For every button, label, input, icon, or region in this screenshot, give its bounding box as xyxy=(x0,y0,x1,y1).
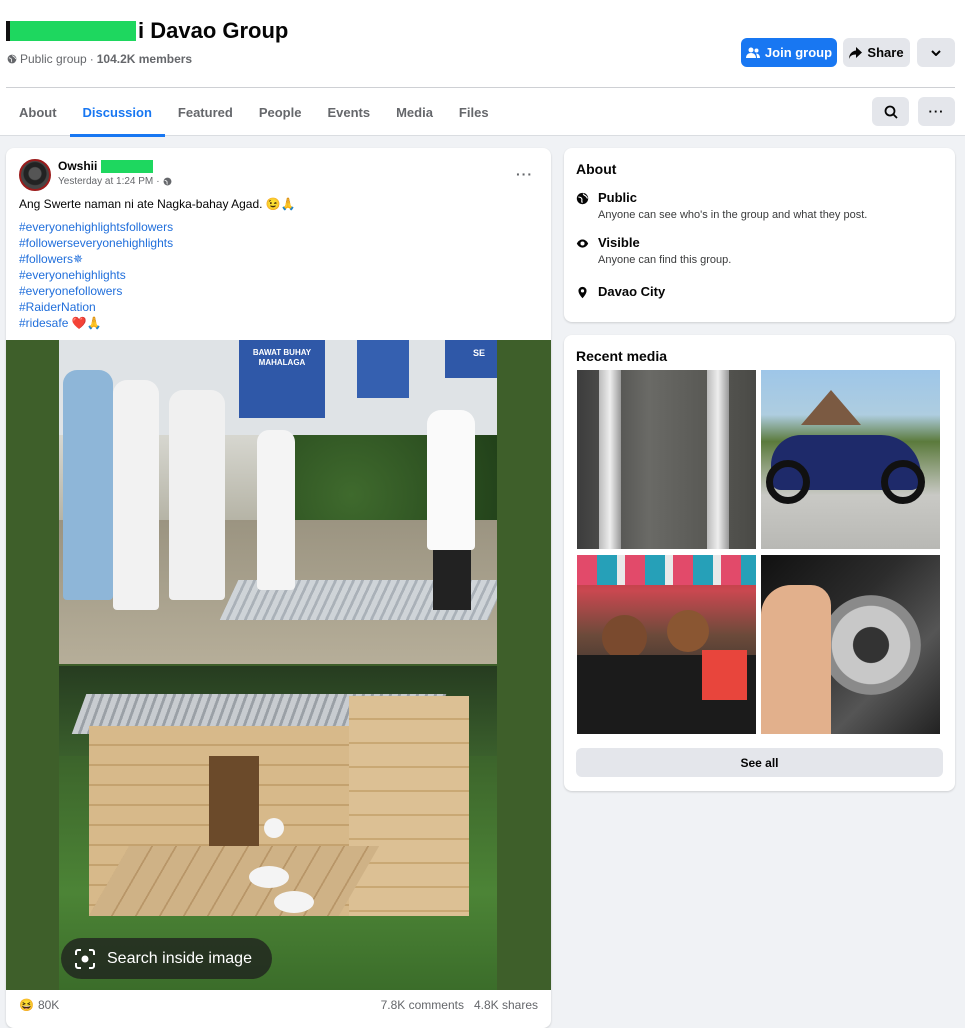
see-all-button[interactable]: See all xyxy=(576,748,943,777)
search-button[interactable] xyxy=(872,97,909,126)
about-item-title: Public xyxy=(598,190,638,205)
group-tabs: About Discussion Featured People Events … xyxy=(6,88,502,137)
about-item-desc: Anyone can find this group. xyxy=(598,254,732,266)
about-item-location: Davao City xyxy=(576,284,665,299)
tab-events[interactable]: Events xyxy=(314,88,383,136)
media-thumbnail[interactable] xyxy=(761,555,940,734)
globe-icon xyxy=(7,54,17,64)
tab-more-button[interactable]: ··· xyxy=(918,97,955,126)
haha-reaction-icon: 😆 xyxy=(19,998,34,1012)
comment-count[interactable]: 7.8K comments xyxy=(381,998,464,1012)
tab-people[interactable]: People xyxy=(246,88,315,136)
globe-icon xyxy=(163,177,172,186)
hashtag-link[interactable]: #followers✵ xyxy=(19,251,173,267)
tab-featured[interactable]: Featured xyxy=(165,88,246,136)
hashtag-link[interactable]: #followerseveryonehighlights xyxy=(19,235,173,251)
location-pin-icon xyxy=(578,286,587,299)
about-item-desc: Anyone can see who's in the group and wh… xyxy=(598,209,868,221)
banner-sign: SE xyxy=(445,340,497,378)
reaction-count[interactable]: 80K xyxy=(38,998,59,1012)
more-options-button[interactable] xyxy=(917,38,955,67)
post-timestamp[interactable]: Yesterday at 1:24 PM · xyxy=(58,176,172,187)
hashtag-link[interactable]: #everyonehighlights xyxy=(19,267,173,283)
post-image[interactable]: BAWAT BUHAY MAHALAGA SE Search inside im… xyxy=(6,340,551,990)
banner-sign: BAWAT BUHAY MAHALAGA xyxy=(239,340,325,418)
people-icon xyxy=(745,47,760,58)
post-options-icon[interactable]: ··· xyxy=(516,166,533,182)
tab-about[interactable]: About xyxy=(6,88,70,136)
join-group-button[interactable]: Join group xyxy=(741,38,837,67)
tab-discussion[interactable]: Discussion xyxy=(69,88,166,137)
media-thumbnail[interactable] xyxy=(577,555,756,734)
avatar[interactable] xyxy=(19,159,51,191)
redaction-block xyxy=(101,159,154,173)
hashtag-link[interactable]: #RaiderNation xyxy=(19,299,173,315)
separator: · xyxy=(89,52,94,66)
lens-scan-icon xyxy=(75,948,95,969)
join-group-label: Join group xyxy=(764,45,833,60)
eye-icon xyxy=(576,239,589,248)
photo-people-roofing: BAWAT BUHAY MAHALAGA SE xyxy=(59,340,497,664)
group-header: i Davao Group Public group · 104.2K memb… xyxy=(0,0,965,137)
post-card: Owshii Yesterday at 1:24 PM · ··· Ang Sw… xyxy=(6,148,551,1028)
group-title[interactable]: i Davao Group xyxy=(6,18,288,44)
share-arrow-icon xyxy=(849,46,863,59)
recent-media-title: Recent media xyxy=(576,348,668,364)
chevron-down-icon xyxy=(931,49,941,56)
recent-media-card: Recent media See all xyxy=(564,335,955,791)
hashtag-link[interactable]: #ridesafe ❤️🙏 xyxy=(19,315,173,331)
hashtag-link[interactable]: #everyonehighlightsfollowers xyxy=(19,219,173,235)
tab-media[interactable]: Media xyxy=(383,88,446,136)
ellipsis-icon: ··· xyxy=(928,104,945,119)
share-label: Share xyxy=(867,45,904,60)
privacy-label: Public group xyxy=(20,52,87,66)
post-stats: 😆 80K 7.8K comments 4.8K shares xyxy=(19,998,538,1012)
tab-files[interactable]: Files xyxy=(446,88,502,136)
about-item-title: Visible xyxy=(598,235,640,250)
hashtag-link[interactable]: #everyonefollowers xyxy=(19,283,173,299)
member-count[interactable]: 104.2K members xyxy=(97,52,192,66)
search-icon xyxy=(884,105,898,119)
separator: · xyxy=(156,176,160,187)
globe-icon xyxy=(576,192,589,205)
about-item-title[interactable]: Davao City xyxy=(598,284,665,299)
hashtag-list: #everyonehighlightsfollowers #followerse… xyxy=(19,219,173,331)
about-item-public: Public Anyone can see who's in the group… xyxy=(576,190,867,221)
about-item-visible: Visible Anyone can find this group. xyxy=(576,235,731,266)
media-thumbnail[interactable] xyxy=(577,370,756,549)
share-count[interactable]: 4.8K shares xyxy=(474,998,538,1012)
share-button[interactable]: Share xyxy=(843,38,910,67)
about-title: About xyxy=(576,161,617,177)
author-name: Owshii xyxy=(58,159,98,173)
timestamp-text: Yesterday at 1:24 PM xyxy=(58,176,154,187)
group-meta: Public group · 104.2K members xyxy=(7,52,192,66)
redaction-block xyxy=(6,21,136,41)
post-author[interactable]: Owshii xyxy=(58,159,154,173)
post-text: Ang Swerte naman ni ate Nagka-bahay Agad… xyxy=(19,197,296,211)
about-card: About Public Anyone can see who's in the… xyxy=(564,148,955,322)
search-inside-image-button[interactable]: Search inside image xyxy=(61,938,272,979)
media-thumbnail[interactable] xyxy=(761,370,940,549)
group-name: i Davao Group xyxy=(138,18,289,43)
search-inside-image-label: Search inside image xyxy=(107,949,252,967)
